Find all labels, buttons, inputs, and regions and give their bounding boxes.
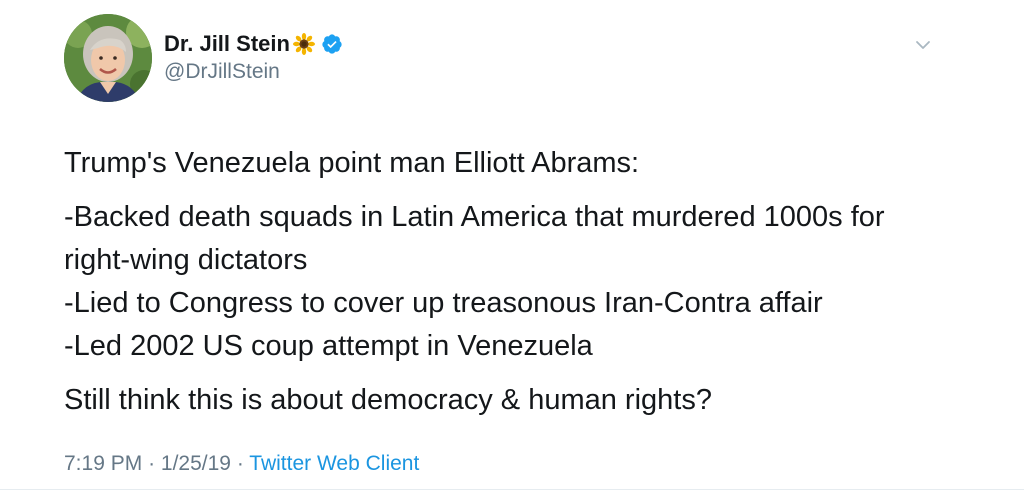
avatar[interactable] [64,14,152,102]
tweet-metadata: 7:19 PM · 1/25/19 · Twitter Web Client [64,452,419,476]
tweet-time[interactable]: 7:19 PM [64,452,142,475]
tweet-line: -Led 2002 US coup attempt in Venezuela [64,330,593,362]
tweet-intro: Trump's Venezuela point man Elliott Abra… [64,142,964,185]
tweet-text: Trump's Venezuela point man Elliott Abra… [64,142,964,422]
verified-badge-icon [321,33,343,55]
tweet-line: Still think this is about democracy & hu… [64,384,712,416]
tweet-source-link[interactable]: Twitter Web Client [249,452,419,475]
meta-separator: · [236,452,244,475]
avatar-photo [64,14,152,102]
tweet-line: -Backed death squads in Latin America th… [64,201,885,233]
tweet-card: Dr. Jill Stein @DrJillStein Trump's Vene… [0,0,1024,492]
tweet-date[interactable]: 1/25/19 [161,452,231,475]
tweet-closing: Still think this is about democracy & hu… [64,379,964,422]
tweet-line: -Lied to Congress to cover up treasonous… [64,287,823,319]
tweet-line: right-wing dictators [64,244,308,276]
display-name[interactable]: Dr. Jill Stein [164,31,290,57]
tweet-line: Trump's Venezuela point man Elliott Abra… [64,147,640,179]
sunflower-icon [292,33,315,55]
author-handle[interactable]: @DrJillStein [164,60,280,84]
author-name-row[interactable]: Dr. Jill Stein [164,30,343,58]
divider [0,489,1024,490]
tweet-bullets: -Backed death squads in Latin America th… [64,196,964,368]
chevron-down-icon[interactable] [912,36,934,54]
meta-separator: · [148,452,156,475]
